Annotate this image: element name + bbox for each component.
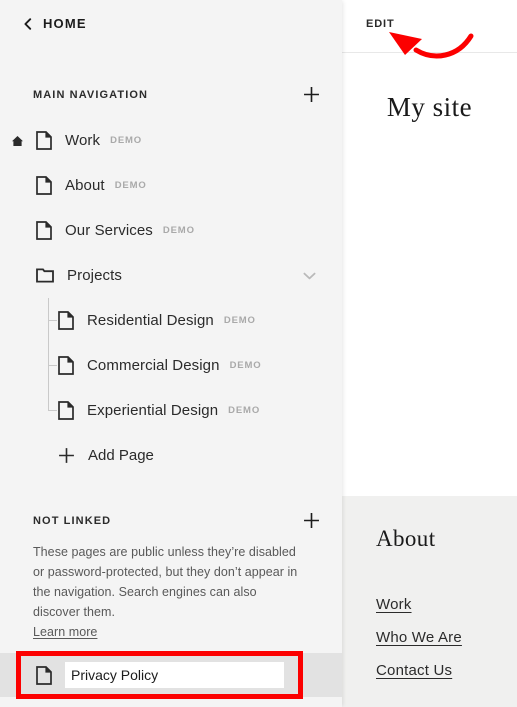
site-preview-pane: EDIT My site About Work Who We Are Conta…: [342, 0, 517, 707]
page-name-input[interactable]: [65, 662, 284, 688]
site-title: My site: [386, 92, 473, 122]
demo-badge: DEMO: [162, 225, 195, 236]
page-icon: [36, 221, 52, 240]
back-to-home-label: HOME: [43, 16, 87, 31]
home-icon: [12, 135, 23, 146]
nav-item-label: About: [65, 177, 105, 194]
nav-item-work[interactable]: Work DEMO: [0, 118, 342, 163]
nav-item-label: Residential Design: [87, 312, 214, 329]
preview-topbar: EDIT: [342, 0, 517, 53]
demo-badge: DEMO: [228, 405, 261, 416]
demo-badge: DEMO: [110, 135, 143, 146]
main-navigation-header: MAIN NAVIGATION: [33, 85, 319, 104]
nav-item-label: Experiential Design: [87, 402, 219, 419]
tree-connector: [48, 298, 58, 343]
about-links-list: Work Who We Are Contact Us: [376, 596, 462, 695]
page-icon: [58, 401, 74, 420]
nav-item-residential-design[interactable]: Residential Design DEMO: [0, 298, 342, 343]
add-page-label: Add Page: [88, 446, 154, 464]
tree-connector: [48, 343, 58, 388]
chevron-down-icon[interactable]: [303, 272, 316, 280]
nav-item-label: Our Services: [65, 222, 153, 239]
add-main-nav-page-plus-icon[interactable]: [302, 85, 321, 104]
preview-about-section: About Work Who We Are Contact Us: [342, 496, 517, 707]
about-link-who-we-are[interactable]: Who We Are: [376, 629, 462, 646]
nav-item-experiential-design[interactable]: Experiential Design DEMO: [0, 388, 342, 433]
not-linked-description: These pages are public unless they’re di…: [33, 542, 301, 642]
nav-item-our-services[interactable]: Our Services DEMO: [0, 208, 342, 253]
nav-item-about[interactable]: About DEMO: [0, 163, 342, 208]
page-icon: [36, 176, 52, 195]
page-icon: [36, 131, 52, 150]
demo-badge: DEMO: [223, 315, 256, 326]
nav-item-label: Commercial Design: [87, 357, 220, 374]
learn-more-link[interactable]: Learn more: [33, 625, 97, 639]
about-link-work[interactable]: Work: [376, 596, 462, 613]
plus-icon: [59, 447, 74, 463]
demo-badge: DEMO: [229, 360, 262, 371]
demo-badge: DEMO: [114, 180, 147, 191]
not-linked-description-text: These pages are public unless they’re di…: [33, 545, 298, 619]
page-icon: [36, 665, 52, 685]
not-linked-title: NOT LINKED: [33, 514, 112, 527]
folder-icon: [36, 268, 54, 283]
back-to-home-button[interactable]: HOME: [22, 16, 87, 31]
about-heading: About: [376, 526, 436, 551]
nav-item-label: Projects: [67, 267, 122, 284]
page-icon: [58, 356, 74, 375]
tree-connector: [48, 388, 58, 433]
not-linked-header: NOT LINKED: [33, 511, 319, 530]
nav-item-commercial-design[interactable]: Commercial Design DEMO: [0, 343, 342, 388]
page-icon: [58, 311, 74, 330]
main-navigation-list: Work DEMO About DEMO Our Services DEMO P…: [0, 118, 342, 477]
page-editor-screen: EDIT My site About Work Who We Are Conta…: [0, 0, 517, 707]
add-not-linked-page-plus-icon[interactable]: [302, 511, 321, 530]
edit-button[interactable]: EDIT: [366, 18, 395, 30]
nav-item-projects[interactable]: Projects: [0, 253, 342, 298]
nav-item-label: Work: [65, 132, 101, 149]
add-page-button[interactable]: Add Page: [0, 433, 342, 477]
main-navigation-title: MAIN NAVIGATION: [33, 88, 149, 101]
about-link-contact-us[interactable]: Contact Us: [376, 662, 462, 679]
chevron-left-icon: [24, 17, 32, 30]
pages-sidebar: HOME MAIN NAVIGATION Work DEMO About DEM…: [0, 0, 342, 707]
new-page-name-row: [0, 653, 342, 697]
